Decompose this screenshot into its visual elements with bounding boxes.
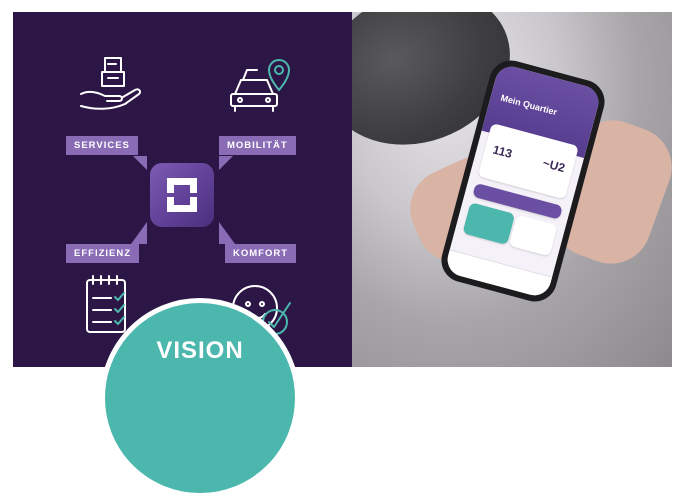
screen-bottom-nav[interactable] — [443, 249, 553, 300]
green-card[interactable] — [462, 202, 516, 246]
logo-mark — [150, 163, 214, 227]
screen-title: Mein Quartier — [499, 92, 559, 118]
logo-glyph-icon — [167, 178, 197, 212]
phone-photo: Mein Quartier 113 ~U2 — [352, 12, 672, 367]
stat-value-1: 113 — [491, 142, 514, 161]
info-card[interactable] — [508, 214, 558, 257]
vision-badge: VISION — [100, 298, 300, 498]
stat-value-2: ~U2 — [541, 155, 567, 176]
vision-badge-text: VISION — [156, 337, 244, 364]
